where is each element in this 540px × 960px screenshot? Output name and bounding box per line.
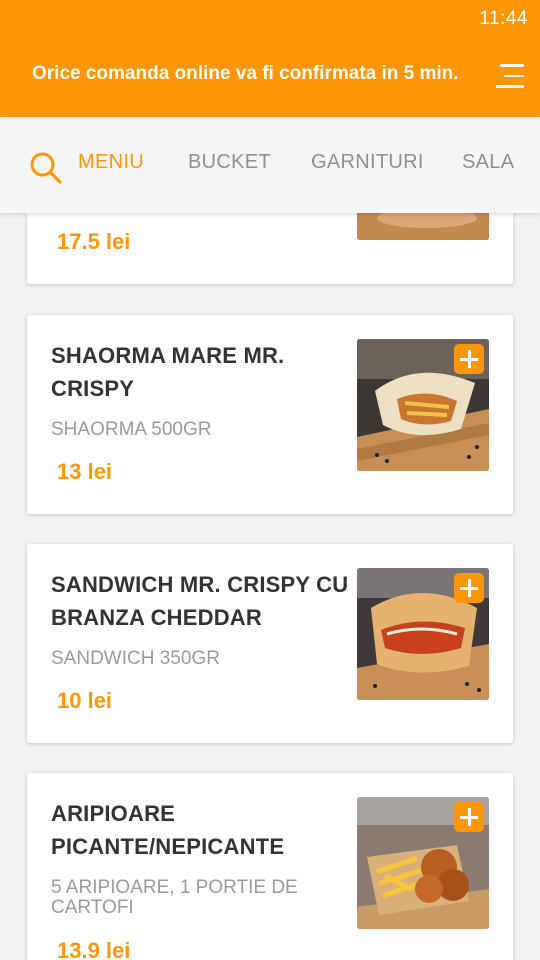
header-banner-text: Orice comanda online va fi confirmata in… (32, 63, 459, 84)
product-name: SANDWICH MR. CRISPY CU BRANZA CHEDDAR (51, 572, 349, 630)
status-bar-time: 11:44 (479, 8, 528, 29)
product-image[interactable] (357, 797, 489, 929)
product-name: ARIPIOARE PICANTE/NEPICANTE (51, 801, 285, 859)
category-tabs: MENIU BUCKET GARNITURI SALA (0, 117, 540, 213)
product-price: 17.5 lei (57, 229, 131, 254)
product-list[interactable]: 17.5 lei SHAORMA MARE MR. CRISPY SHAORMA… (0, 213, 540, 960)
app-header: 11:44 Orice comanda online va fi confirm… (0, 0, 540, 117)
product-price: 13.9 lei (57, 938, 131, 960)
menu-icon[interactable] (496, 64, 524, 90)
product-description: 5 ARIPIOARE, 1 PORTIE DE CARTOFI (51, 877, 298, 918)
product-description: SANDWICH 350GR (51, 648, 220, 669)
tab-garnituri[interactable]: GARNITURI (311, 151, 424, 174)
product-price: 10 lei (57, 688, 113, 713)
product-card[interactable]: 17.5 lei (27, 213, 513, 284)
tab-bucket[interactable]: BUCKET (188, 151, 271, 174)
product-name: SHAORMA MARE MR. CRISPY (51, 343, 285, 401)
add-to-cart-button[interactable] (454, 802, 484, 832)
product-image[interactable] (357, 568, 489, 700)
product-card[interactable]: ARIPIOARE PICANTE/NEPICANTE 5 ARIPIOARE,… (27, 773, 513, 960)
tab-meniu[interactable]: MENIU (78, 151, 144, 174)
add-to-cart-button[interactable] (454, 344, 484, 374)
search-icon[interactable] (29, 151, 63, 185)
product-image[interactable] (357, 339, 489, 471)
product-description: SHAORMA 500GR (51, 419, 212, 440)
add-to-cart-button[interactable] (454, 573, 484, 603)
product-price: 13 lei (57, 459, 113, 484)
tab-sala[interactable]: SALA (462, 151, 514, 174)
product-card[interactable]: SHAORMA MARE MR. CRISPY SHAORMA 500GR 13… (27, 315, 513, 514)
product-image[interactable] (357, 213, 489, 240)
product-card[interactable]: SANDWICH MR. CRISPY CU BRANZA CHEDDAR SA… (27, 544, 513, 743)
